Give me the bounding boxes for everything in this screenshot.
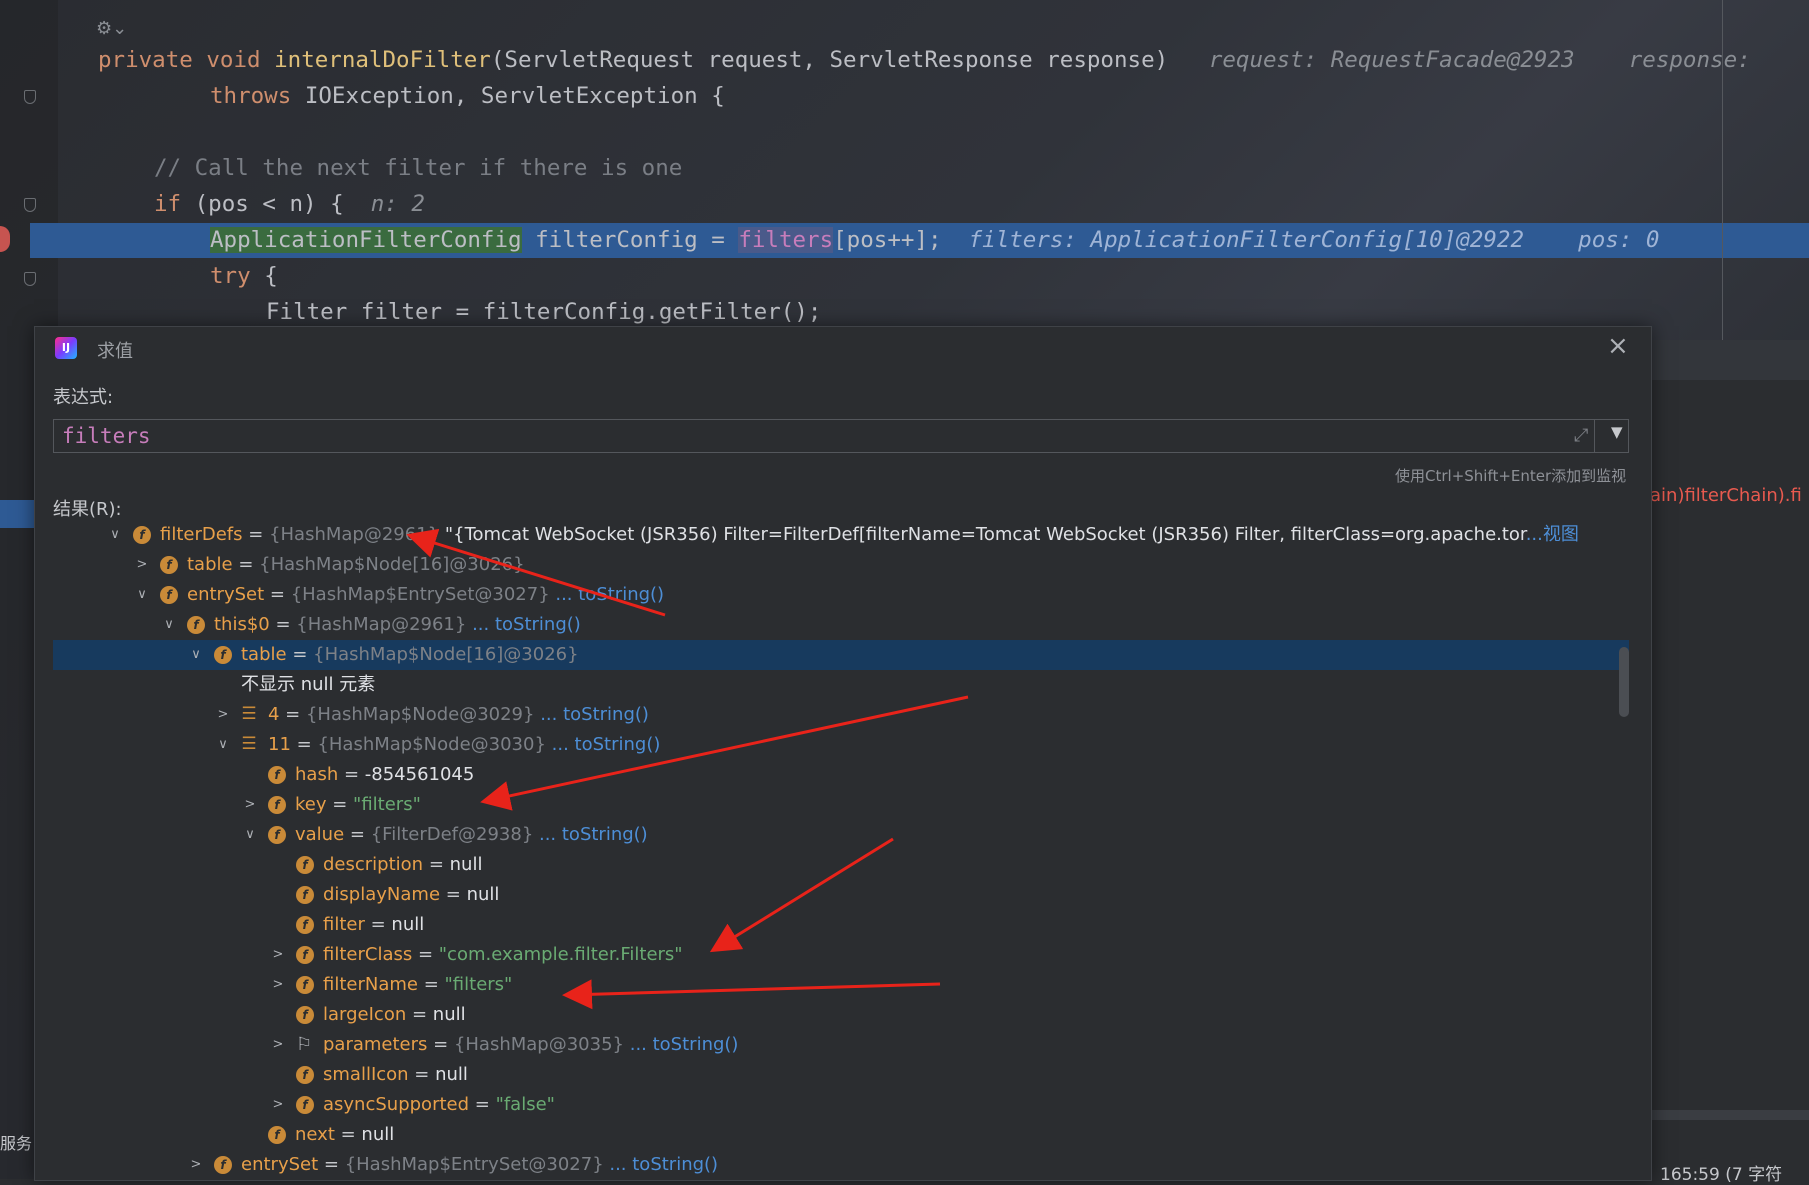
annotation-arrow bbox=[562, 979, 941, 1010]
annotation-arrow bbox=[709, 837, 894, 953]
annotation-arrows bbox=[406, 528, 969, 1010]
annotation-arrow bbox=[406, 528, 666, 617]
annotation-arrow bbox=[480, 695, 969, 811]
